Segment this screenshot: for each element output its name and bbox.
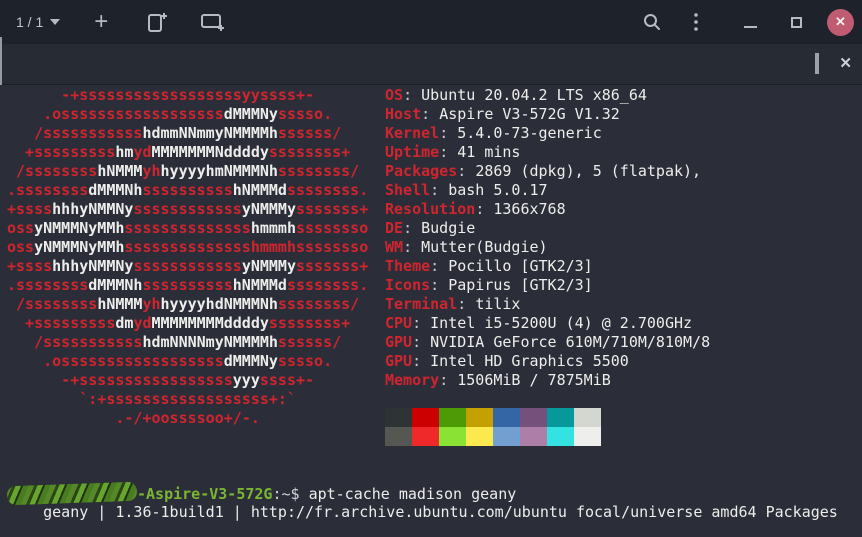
palette-swatch <box>493 408 520 427</box>
ascii-art-line: +sssshhhyNMMNyssssssssssssyNMMMysssssss+ <box>7 200 368 219</box>
prompt-separator: : <box>272 485 281 503</box>
palette-swatch <box>439 427 466 446</box>
ascii-art-line: /sssssssshNMMMyhhyyyyhdNMMMNhssssssss/ <box>7 295 368 314</box>
ascii-art-line: +sssshhhyNMMNyssssssssssssyNMMMysssssss+ <box>7 257 368 276</box>
censored-username-scribble <box>7 482 138 506</box>
palette-row <box>385 408 601 427</box>
ascii-art-line: -+sssssssssssssssssyyyssss+- <box>7 371 368 390</box>
neofetch-color-palette <box>385 408 601 446</box>
info-line: GPU: Intel HD Graphics 5500 <box>385 352 710 371</box>
palette-swatch <box>385 408 412 427</box>
info-line: Uptime: 41 mins <box>385 143 710 162</box>
terminal-close-button[interactable]: ✕ <box>839 55 852 73</box>
ascii-art-line: `:+ssssssssssssssssss+:` <box>7 390 368 409</box>
info-line: Resolution: 1366x768 <box>385 200 710 219</box>
terminal-titlebar-controls: ✕ <box>815 44 852 84</box>
close-icon: ✕ <box>835 14 846 30</box>
ascii-art-line: ossyNMMMNyMMhsssssssssssssshmmmhssssssso <box>7 219 368 238</box>
maximize-icon <box>815 53 819 74</box>
prompt-symbol: $ <box>291 485 300 503</box>
prompt-line: -Aspire-V3-572G:~$apt-cache madison gean… <box>7 484 516 504</box>
terminal-screen[interactable]: -+ssssssssssssssssssyyssss+- .osssssssss… <box>0 85 862 537</box>
titlebar: 1 / 1 + <box>0 0 862 44</box>
palette-row <box>385 427 601 446</box>
minimize-button[interactable] <box>735 7 765 37</box>
terminal-maximize-button[interactable] <box>815 55 819 73</box>
split-down-icon <box>147 11 167 33</box>
palette-swatch <box>412 427 439 446</box>
minimize-icon <box>744 26 757 28</box>
search-icon <box>643 13 661 31</box>
ascii-art-line: .ssssssssdMMMNhsssssssssshNMMMdssssssss. <box>7 276 368 295</box>
ascii-art-line: .ossssssssssssssssssdMMMNysssso. <box>7 105 368 124</box>
ascii-art-line: /sssssssshNMMMyhhyyyyhmNMMMNhssssssss/ <box>7 162 368 181</box>
ascii-art-line: /ssssssssssshdmNNNNmyNMMMMhssssss/ <box>7 333 368 352</box>
info-line: Shell: bash 5.0.17 <box>385 181 710 200</box>
info-line: Icons: Papirus [GTK2/3] <box>385 276 710 295</box>
close-button[interactable]: ✕ <box>827 9 854 36</box>
split-right-icon <box>201 13 225 31</box>
titlebar-right-group: ✕ <box>637 7 854 37</box>
info-line: Memory: 1506MiB / 7875MiB <box>385 371 710 390</box>
info-line: GPU: NVIDIA GeForce 610M/710M/810M/8 <box>385 333 710 352</box>
info-line: WM: Mutter(Budgie) <box>385 238 710 257</box>
palette-swatch <box>547 427 574 446</box>
ascii-art-line: .-/+oossssoo+/-. <box>7 409 368 428</box>
terminal-titlebar: ✕ <box>0 44 862 85</box>
plus-icon: + <box>94 10 108 34</box>
palette-swatch <box>412 408 439 427</box>
ascii-art-line: -+ssssssssssssssssssyyssss+- <box>7 86 368 105</box>
info-line: DE: Budgie <box>385 219 710 238</box>
titlebar-left-group: 1 / 1 + <box>16 7 228 37</box>
neofetch-info-panel: OS: Ubuntu 20.04.2 LTS x86_64Host: Aspir… <box>385 86 710 390</box>
info-line: Theme: Pocillo [GTK2/3] <box>385 257 710 276</box>
window-controls: ✕ <box>735 7 854 37</box>
maximize-button[interactable] <box>781 7 811 37</box>
ascii-art-line: ossyNMMMNyMMhsssssssssssssshmmmhssssssso <box>7 238 368 257</box>
split-right-button[interactable] <box>198 7 228 37</box>
split-down-button[interactable] <box>142 7 172 37</box>
tilix-window: 1 / 1 + <box>0 0 862 537</box>
kebab-menu-icon <box>693 12 699 32</box>
palette-swatch <box>574 427 601 446</box>
menu-button[interactable] <box>681 7 711 37</box>
palette-swatch <box>385 427 412 446</box>
palette-swatch <box>493 427 520 446</box>
session-indicator: 1 / 1 <box>16 14 43 30</box>
info-line: Kernel: 5.4.0-73-generic <box>385 124 710 143</box>
neofetch-ascii-logo: -+ssssssssssssssssssyyssss+- .osssssssss… <box>7 86 368 428</box>
info-line: OS: Ubuntu 20.04.2 LTS x86_64 <box>385 86 710 105</box>
prompt-host: -Aspire-V3-572G <box>137 485 272 503</box>
maximize-icon <box>791 17 802 28</box>
palette-swatch <box>574 408 601 427</box>
prompt-path: ~ <box>282 485 291 503</box>
info-line: CPU: Intel i5-5200U (4) @ 2.700GHz <box>385 314 710 333</box>
typed-command: apt-cache madison geany <box>300 485 517 503</box>
info-line: Terminal: tilix <box>385 295 710 314</box>
palette-swatch <box>439 408 466 427</box>
chevron-down-icon <box>50 19 60 25</box>
command-output-line: geany | 1.36-1build1 | http://fr.archive… <box>7 503 838 522</box>
palette-swatch <box>466 427 493 446</box>
palette-swatch <box>466 408 493 427</box>
session-position-indicator <box>0 37 2 85</box>
close-icon: ✕ <box>839 55 852 72</box>
ascii-art-line: /ssssssssssshdmmNNmmyNMMMMhssssss/ <box>7 124 368 143</box>
add-session-button[interactable]: + <box>86 7 116 37</box>
ascii-art-line: .ssssssssdMMMNhsssssssssshNMMMdssssssss. <box>7 181 368 200</box>
palette-swatch <box>547 408 574 427</box>
ascii-art-line: +ssssssssshmydMMMMMMMNddddyssssssss+ <box>7 143 368 162</box>
ascii-art-line: .ossssssssssssssssssdMMMNysssso. <box>7 352 368 371</box>
search-button[interactable] <box>637 7 667 37</box>
palette-swatch <box>520 427 547 446</box>
info-line: Packages: 2869 (dpkg), 5 (flatpak), <box>385 162 710 181</box>
info-line: Host: Aspire V3-572G V1.32 <box>385 105 710 124</box>
session-selector-dropdown[interactable]: 1 / 1 <box>16 14 60 30</box>
palette-swatch <box>520 408 547 427</box>
ascii-art-line: +sssssssssdmydMMMMMMMMddddyssssssss+ <box>7 314 368 333</box>
